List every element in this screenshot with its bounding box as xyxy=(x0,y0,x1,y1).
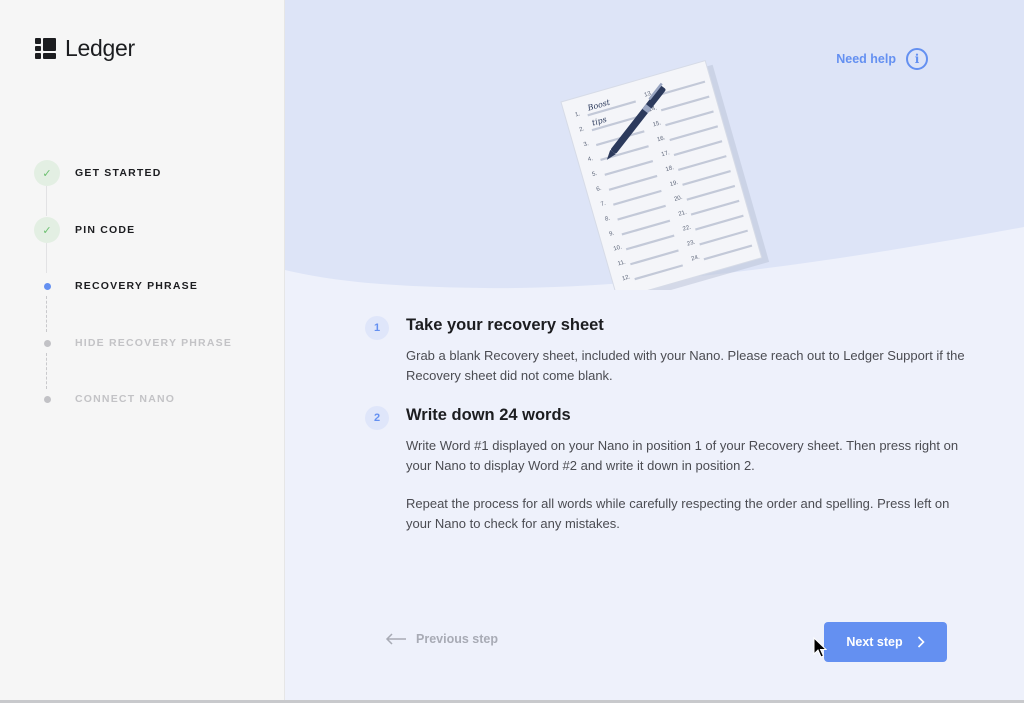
step-label: PIN CODE xyxy=(75,224,136,236)
instruction-step-1: 1 Take your recovery sheet Grab a blank … xyxy=(365,316,965,404)
step-get-started: ✓ GET STARTED xyxy=(34,160,274,186)
instruction-paragraph: Grab a blank Recovery sheet, included wi… xyxy=(406,348,965,383)
previous-step-label: Previous step xyxy=(416,632,498,646)
previous-step-button[interactable]: Previous step xyxy=(385,632,498,646)
step-label: CONNECT NANO xyxy=(75,393,176,405)
step-number-badge: 2 xyxy=(365,406,389,430)
info-icon: i xyxy=(906,48,928,70)
instruction-paragraph: Repeat the process for all words while c… xyxy=(406,496,950,531)
step-connect-nano: CONNECT NANO xyxy=(34,386,274,412)
ledger-logo-icon xyxy=(35,38,56,59)
step-connector xyxy=(46,186,47,216)
need-help-link[interactable]: Need help i xyxy=(836,48,928,70)
next-step-label: Next step xyxy=(846,635,903,649)
next-step-button[interactable]: Next step xyxy=(824,622,947,662)
arrow-left-icon xyxy=(385,633,406,645)
step-connector xyxy=(46,296,47,332)
pending-step-dot-icon xyxy=(34,386,60,412)
check-icon: ✓ xyxy=(34,160,60,186)
step-recovery-phrase: RECOVERY PHRASE xyxy=(34,273,274,299)
chevron-right-icon xyxy=(917,636,925,648)
app-name: Ledger xyxy=(65,35,135,61)
mouse-cursor-icon xyxy=(813,637,827,658)
main-panel: Need help i 1. 13. 2. 14. 3. 15. 4. 16. 5. 17. 6. 1… xyxy=(285,0,1024,703)
instruction-title: Take your recovery sheet xyxy=(406,316,604,334)
current-step-dot-icon xyxy=(34,273,60,299)
pending-step-dot-icon xyxy=(34,330,60,356)
instruction-title: Write down 24 words xyxy=(406,406,571,424)
need-help-label: Need help xyxy=(836,52,896,66)
instruction-text: Grab a blank Recovery sheet, included wi… xyxy=(406,346,965,386)
check-icon: ✓ xyxy=(34,217,60,243)
step-label: RECOVERY PHRASE xyxy=(75,280,199,292)
sidebar: Ledger ✓ GET STARTED ✓ PIN CODE RECOVERY… xyxy=(0,0,285,703)
step-number-badge: 1 xyxy=(365,316,389,340)
recovery-sheet-illustration: 1.13.2.14.3.15.4.16.5.17.6.18.7.19.8.20.… xyxy=(560,60,770,290)
step-pin-code: ✓ PIN CODE xyxy=(34,217,274,243)
step-hide-recovery-phrase: HIDE RECOVERY PHRASE xyxy=(34,330,274,356)
step-connector xyxy=(46,353,47,389)
step-connector xyxy=(46,243,47,273)
instruction-step-2: 2 Write down 24 words Write Word #1 disp… xyxy=(365,406,965,552)
instruction-paragraph: Write Word #1 displayed on your Nano in … xyxy=(406,438,959,473)
instruction-text: Write Word #1 displayed on your Nano in … xyxy=(406,436,965,534)
ledger-logo: Ledger xyxy=(35,35,135,62)
step-label: GET STARTED xyxy=(75,167,162,179)
step-label: HIDE RECOVERY PHRASE xyxy=(75,337,233,349)
